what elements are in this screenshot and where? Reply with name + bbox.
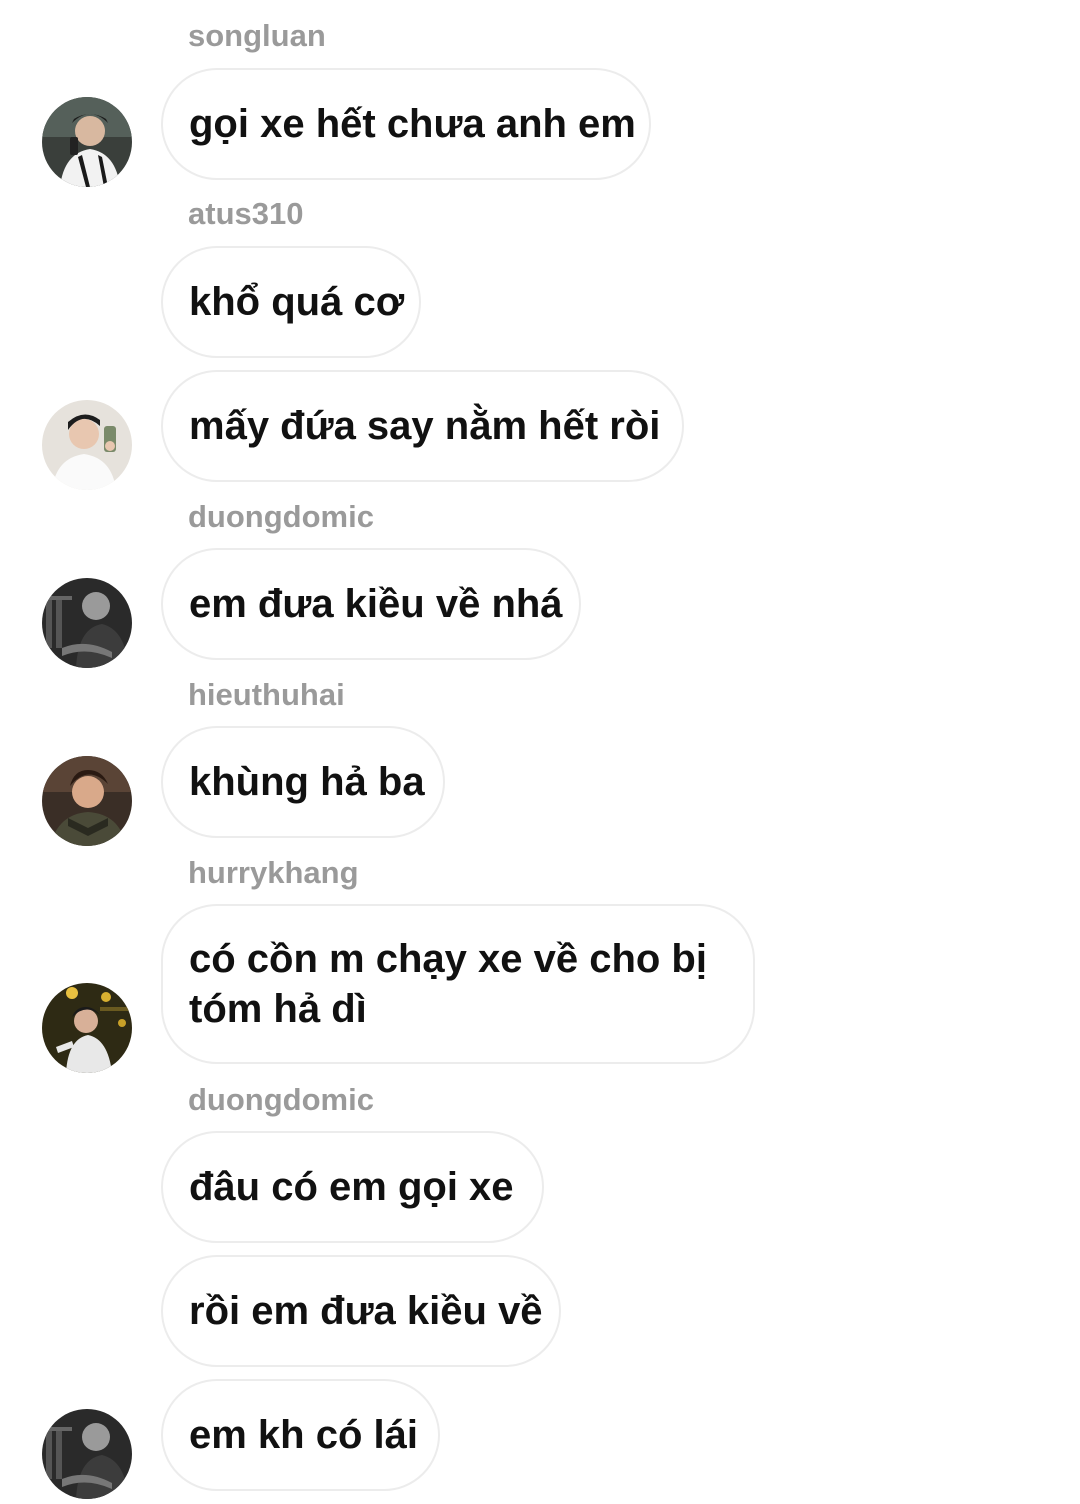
avatar-photo-icon: [42, 97, 132, 187]
message-text: khùng hả ba: [189, 760, 425, 804]
user-avatar[interactable]: [42, 97, 132, 187]
avatar-photo-icon: [42, 1409, 132, 1499]
message-text: có cồn m chạy xe về cho bị tóm hả dì: [189, 937, 707, 1031]
message-text: gọi xe hết chưa anh em: [189, 102, 636, 146]
message-text: đâu có em gọi xe: [189, 1165, 514, 1209]
message-bubble[interactable]: em đưa kiều về nhá: [161, 548, 581, 660]
avatar-photo-icon: [42, 983, 132, 1073]
message-bubble[interactable]: có cồn m chạy xe về cho bị tóm hả dì: [161, 904, 755, 1064]
user-avatar[interactable]: [42, 983, 132, 1073]
avatar-photo-icon: [42, 400, 132, 490]
sender-username[interactable]: hurrykhang: [188, 855, 359, 891]
avatar-photo-icon: [42, 578, 132, 668]
avatar-photo-icon: [42, 756, 132, 846]
message-bubble[interactable]: khổ quá cơ: [161, 246, 421, 358]
message-bubble[interactable]: rồi em đưa kiều về: [161, 1255, 561, 1367]
message-text: khổ quá cơ: [189, 280, 405, 324]
message-bubble[interactable]: đâu có em gọi xe: [161, 1131, 544, 1243]
message-text: mấy đứa say nằm hết ròi: [189, 404, 661, 448]
message-bubble[interactable]: khùng hả ba: [161, 726, 445, 838]
sender-username[interactable]: duongdomic: [188, 499, 374, 535]
user-avatar[interactable]: [42, 756, 132, 846]
sender-username[interactable]: duongdomic: [188, 1082, 374, 1118]
chat-thread: songluan gọi xe hết chưa anh em atus310 …: [0, 0, 1080, 1504]
message-bubble[interactable]: gọi xe hết chưa anh em: [161, 68, 651, 180]
sender-username[interactable]: hieuthuhai: [188, 677, 345, 713]
user-avatar[interactable]: [42, 578, 132, 668]
message-bubble[interactable]: em kh có lái: [161, 1379, 440, 1491]
sender-username[interactable]: songluan: [188, 18, 326, 54]
message-text: rồi em đưa kiều về: [189, 1289, 543, 1333]
user-avatar[interactable]: [42, 400, 132, 490]
sender-username[interactable]: atus310: [188, 196, 303, 232]
message-text: em đưa kiều về nhá: [189, 582, 563, 626]
message-text: em kh có lái: [189, 1413, 418, 1457]
user-avatar[interactable]: [42, 1409, 132, 1499]
message-bubble[interactable]: mấy đứa say nằm hết ròi: [161, 370, 684, 482]
